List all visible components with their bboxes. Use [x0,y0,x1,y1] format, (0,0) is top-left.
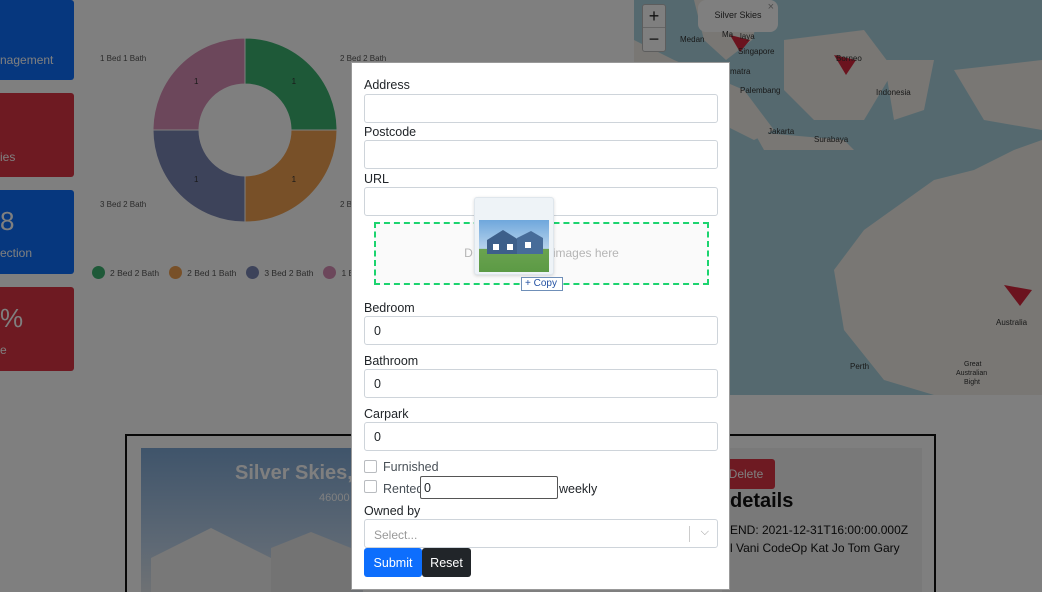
rent-unit-label: weekly [559,482,598,496]
bedroom-label: Bedroom [364,301,415,315]
rent-amount-input[interactable] [420,476,558,499]
furnished-label: Furnished [383,460,439,474]
house-thumbnail-image [479,220,549,272]
dragged-image-thumbnail[interactable] [474,197,554,275]
submit-button[interactable]: Submit [364,548,422,577]
owned-by-placeholder: Select... [374,528,418,542]
select-separator [689,526,690,542]
carpark-input[interactable] [364,422,718,451]
rented-checkbox[interactable] [364,480,377,493]
url-label: URL [364,172,390,186]
add-property-modal: Address Postcode URL D images here + Cop… [351,62,730,590]
bathroom-input[interactable] [364,369,718,398]
chevron-down-icon[interactable]: ⌵ [701,526,709,539]
drag-copy-indicator: + Copy [521,277,563,291]
rented-label: Rented [383,482,424,496]
carpark-label: Carpark [364,407,409,421]
bedroom-input[interactable] [364,316,718,345]
bathroom-label: Bathroom [364,354,419,368]
furnished-checkbox[interactable] [364,460,377,473]
postcode-label: Postcode [364,125,417,139]
owned-by-select[interactable]: Select... ⌵ [364,519,718,548]
owned-by-label: Owned by [364,504,421,518]
reset-button[interactable]: Reset [422,548,471,577]
postcode-input[interactable] [364,140,718,169]
address-label: Address [364,78,410,92]
house-thumbnail-svg [487,230,543,254]
address-input[interactable] [364,94,718,123]
